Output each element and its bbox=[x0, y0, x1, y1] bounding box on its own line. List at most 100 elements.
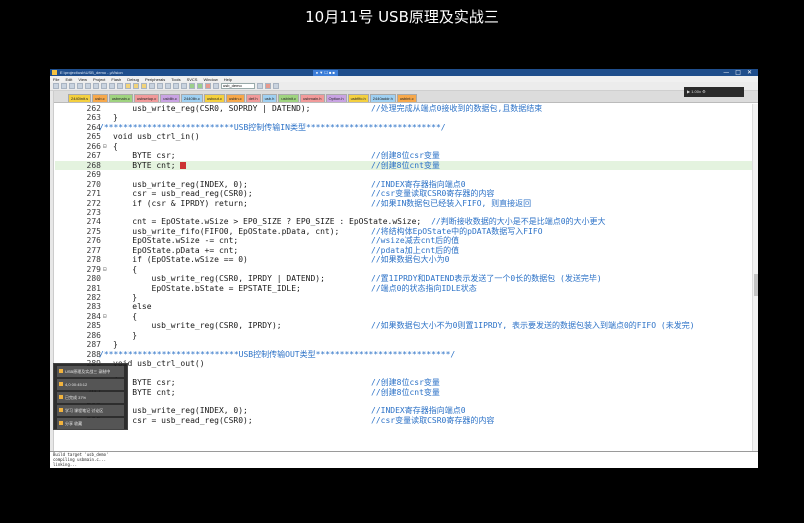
code-line[interactable]: 266 ⊟ { bbox=[55, 142, 752, 151]
outdent-button[interactable] bbox=[157, 83, 163, 89]
code-line[interactable]: 283 else bbox=[55, 302, 752, 311]
file-tab[interactable]: usbout.c bbox=[203, 94, 225, 102]
file-tab[interactable]: usbint.c bbox=[396, 94, 417, 102]
code-line[interactable]: 282 } bbox=[55, 293, 752, 302]
code-line[interactable]: 290⊟{ bbox=[55, 369, 752, 378]
file-tab[interactable]: usbinit.c bbox=[278, 94, 300, 102]
file-tab[interactable]: def.h bbox=[245, 94, 261, 102]
code-line[interactable]: 272 if (csr & IPRDY) return; //如果IN数据包已经装… bbox=[55, 199, 752, 208]
file-tab[interactable]: usbsetup.c bbox=[133, 94, 160, 102]
debug-button[interactable] bbox=[265, 83, 271, 89]
maximize-button[interactable]: □ bbox=[735, 69, 741, 76]
overlay-item[interactable]: 4,0 00:45:12 bbox=[57, 379, 124, 390]
file-tab[interactable]: usbmain.c bbox=[108, 94, 133, 102]
code-line[interactable]: 273 bbox=[55, 208, 752, 217]
code-line[interactable]: 285 usb_write_reg(CSR0, IPRDY); //如果数据包大小… bbox=[55, 321, 752, 330]
overlay-item[interactable]: 已完成 37% bbox=[57, 392, 124, 403]
paste-button[interactable] bbox=[101, 83, 107, 89]
fold-toggle-icon[interactable]: ⊟ bbox=[103, 312, 107, 321]
fold-toggle-icon[interactable]: ⊟ bbox=[103, 265, 107, 274]
file-tab[interactable]: usbfifo.h bbox=[347, 94, 369, 102]
code-line[interactable]: 274 cnt = EpOState.wSize > EP0_SIZE ? EP… bbox=[55, 217, 752, 226]
code-line[interactable]: 270 usb_write_reg(INDEX, 0); //INDEX寄存器指向… bbox=[55, 180, 752, 189]
target-select[interactable]: usb_demo bbox=[221, 83, 255, 89]
comment-button[interactable] bbox=[165, 83, 171, 89]
file-tab[interactable]: 2440lib.c bbox=[180, 94, 203, 102]
code-line[interactable]: 276 EpOState.wSize -= cnt; //wsize减去cnt后的… bbox=[55, 236, 752, 245]
find-button[interactable] bbox=[181, 83, 187, 89]
file-tab[interactable]: usbin.c bbox=[225, 94, 245, 102]
overlay-item[interactable]: 分享 收藏 bbox=[57, 418, 124, 429]
download-button[interactable] bbox=[213, 83, 219, 89]
code-line[interactable]: 263} bbox=[55, 113, 752, 122]
code-line[interactable]: 267 BYTE csr; //创建8位csr变量 bbox=[55, 151, 752, 160]
menu-item-svcs[interactable]: SVCS bbox=[187, 77, 198, 82]
code-line[interactable]: 278 if (EpOState.wSize == 0) //如果数据包大小为0 bbox=[55, 255, 752, 264]
vertical-scrollbar[interactable] bbox=[752, 104, 758, 451]
code-line[interactable]: 269 bbox=[55, 170, 752, 179]
target-options-button[interactable] bbox=[257, 83, 263, 89]
stop-build-button[interactable] bbox=[205, 83, 211, 89]
menu-item-tools[interactable]: Tools bbox=[171, 77, 180, 82]
copy-button[interactable] bbox=[93, 83, 99, 89]
code-line[interactable]: 293 bbox=[55, 397, 752, 406]
cut-button[interactable] bbox=[85, 83, 91, 89]
menu-item-flash[interactable]: Flash bbox=[111, 77, 121, 82]
menu-item-edit[interactable]: Edit bbox=[65, 77, 72, 82]
fold-toggle-icon[interactable]: ⊟ bbox=[103, 142, 107, 151]
code-line[interactable]: 280 usb_write_reg(CSR0, IPRDY | DATEND);… bbox=[55, 274, 752, 283]
code-line[interactable]: 264/***************************USB控制传输IN… bbox=[55, 123, 752, 132]
video-overlay-panel[interactable]: USB原理及实战三 录制中 4,0 00:45:12 已完成 37% 学习 课程笔记 … bbox=[53, 363, 128, 430]
code-line[interactable]: 268 BYTE cnt; //创建8位cnt变量 bbox=[55, 160, 752, 170]
file-tab[interactable]: usb.h bbox=[261, 94, 278, 102]
rebuild-button[interactable] bbox=[197, 83, 203, 89]
minimize-button[interactable]: — bbox=[723, 69, 729, 76]
code-line[interactable]: 284 ⊟ { bbox=[55, 312, 752, 321]
file-tab[interactable]: 2440addr.h bbox=[369, 94, 396, 102]
menu-item-view[interactable]: View bbox=[78, 77, 87, 82]
indent-button[interactable] bbox=[149, 83, 155, 89]
code-line[interactable]: 292 BYTE cnt;//创建8位cnt变量 bbox=[55, 388, 752, 397]
code-line[interactable]: 291 BYTE csr;//创建8位csr变量 bbox=[55, 378, 752, 387]
file-tab[interactable]: 2440init.s bbox=[68, 94, 92, 102]
code-line[interactable]: 286 } bbox=[55, 331, 752, 340]
new-file-button[interactable] bbox=[53, 83, 59, 89]
code-line[interactable]: 271 csr = usb_read_reg(CSR0); //csr变量读取CS… bbox=[55, 189, 752, 198]
next-bookmark-button[interactable] bbox=[141, 83, 147, 89]
manage-components-button[interactable] bbox=[273, 83, 279, 89]
undo-button[interactable] bbox=[109, 83, 115, 89]
code-line[interactable]: 295 csr = usb_read_reg(CSR0);//csr变量读取CS… bbox=[55, 416, 752, 425]
redo-button[interactable] bbox=[117, 83, 123, 89]
file-tab[interactable]: Option.h bbox=[325, 94, 347, 102]
code-line[interactable]: 277 EpOState.pData += cnt; //pdata加上cnt后的… bbox=[55, 246, 752, 255]
code-line[interactable]: 289void usb_ctrl_out() bbox=[55, 359, 752, 368]
code-line[interactable]: 262 usb_write_reg(CSR0, SOPRDY | DATEND)… bbox=[55, 104, 752, 113]
close-button[interactable]: ✕ bbox=[747, 69, 752, 76]
menu-item-peripherals[interactable]: Peripherals bbox=[145, 77, 165, 82]
code-line[interactable]: 294 usb_write_reg(INDEX, 0);//INDEX寄存器指向… bbox=[55, 406, 752, 415]
scrollbar-thumb[interactable] bbox=[754, 274, 758, 296]
uncomment-button[interactable] bbox=[173, 83, 179, 89]
code-line[interactable]: 287} bbox=[55, 340, 752, 349]
code-line[interactable]: 288/****************************USB控制传输O… bbox=[55, 350, 752, 359]
code-line[interactable]: 281 EpOState.bState = EPSTATE_IDLE; //端点0… bbox=[55, 284, 752, 293]
save-all-button[interactable] bbox=[77, 83, 83, 89]
playback-controls[interactable]: ▶ 1.00x ⚙ bbox=[684, 87, 744, 97]
menu-item-debug[interactable]: Debug bbox=[127, 77, 139, 82]
menu-item-help[interactable]: Help bbox=[224, 77, 232, 82]
file-tab[interactable]: usb.c bbox=[92, 94, 108, 102]
save-button[interactable] bbox=[69, 83, 75, 89]
code-editor[interactable]: 295 csr = usb_read_reg(CSR0);//csr变量读取CS… bbox=[55, 104, 758, 451]
build-button[interactable] bbox=[189, 83, 195, 89]
menu-item-window[interactable]: Window bbox=[203, 77, 217, 82]
menu-item-project[interactable]: Project bbox=[93, 77, 105, 82]
bookmark-button[interactable] bbox=[125, 83, 131, 89]
overlay-item[interactable]: USB原理及实战三 录制中 bbox=[57, 366, 124, 377]
code-line[interactable]: 265 void usb_ctrl_in() bbox=[55, 132, 752, 141]
code-line[interactable]: 275 usb_write_fifo(FIFO0, EpOState.pData… bbox=[55, 227, 752, 236]
prev-bookmark-button[interactable] bbox=[133, 83, 139, 89]
open-file-button[interactable] bbox=[61, 83, 67, 89]
overlay-item[interactable]: 学习 课程笔记 讨论区 bbox=[57, 405, 124, 416]
file-tab[interactable]: usblib.c bbox=[160, 94, 180, 102]
menu-item-file[interactable]: File bbox=[53, 77, 59, 82]
